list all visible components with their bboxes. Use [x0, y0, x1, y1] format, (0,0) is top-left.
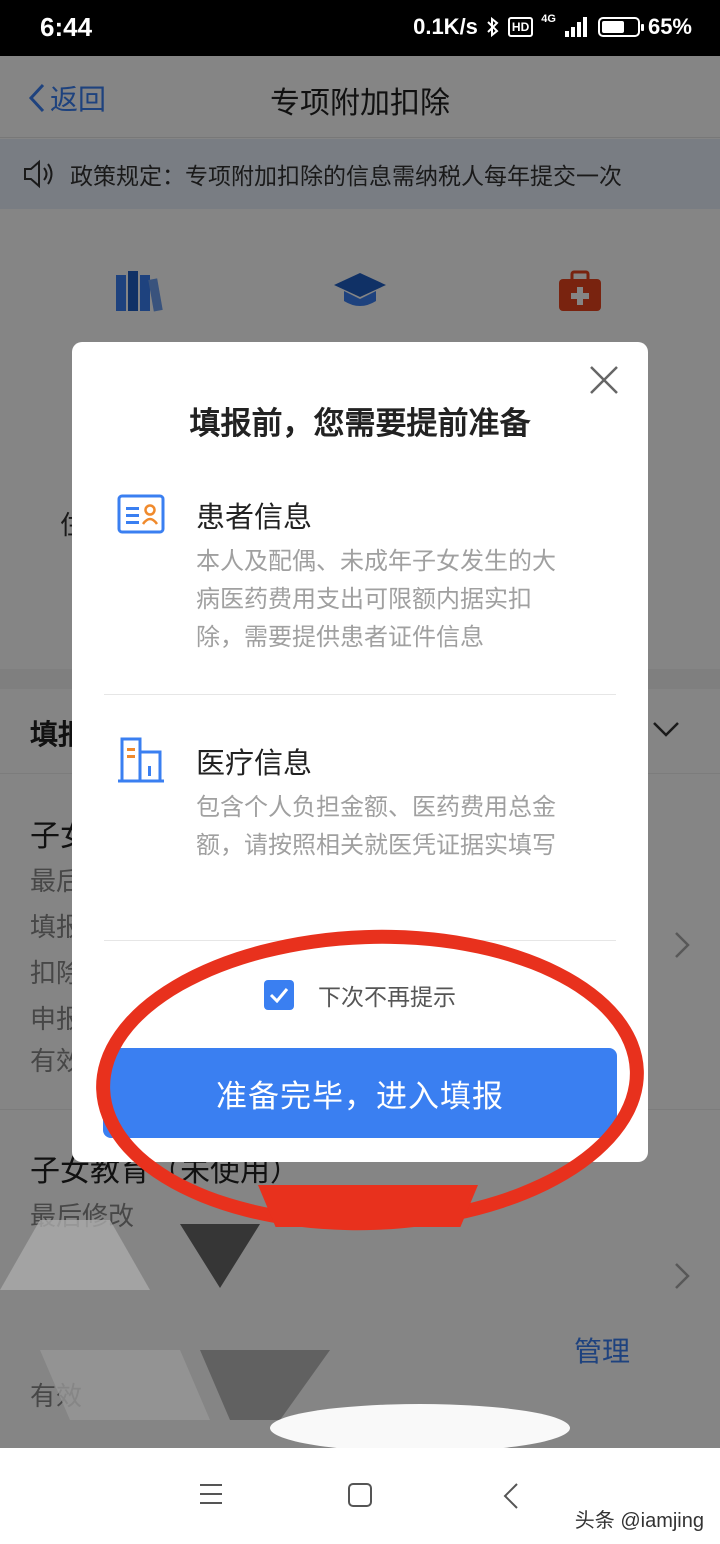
- status-bar: 6:44 0.1K/s HD 4G 65%: [0, 0, 720, 56]
- status-time: 6:44: [40, 12, 93, 42]
- battery-percent: 65%: [647, 14, 692, 39]
- medical-info-block: 医疗信息 包含个人负担金额、医药费用总金额，请按照相关就医凭证据实填写: [116, 736, 616, 896]
- hd-badge: HD: [507, 17, 534, 37]
- medical-info-heading: 医疗信息: [196, 746, 313, 780]
- hospital-building-icon: [118, 737, 164, 783]
- id-card-icon: [117, 494, 165, 534]
- network-type: 4G: [541, 13, 556, 25]
- net-speed: 0.1K/s: [413, 14, 478, 39]
- dont-remind-row[interactable]: 下次不再提示: [72, 978, 648, 1012]
- close-icon[interactable]: [588, 364, 620, 396]
- signal-icon: [564, 17, 587, 37]
- divider: [104, 694, 616, 695]
- watermark: 头条 @iamjing: [574, 1510, 704, 1532]
- dialog-title: 填报前，您需要提前准备: [189, 406, 531, 442]
- battery-fill: [601, 21, 625, 33]
- divider: [104, 940, 616, 941]
- status-right: 0.1K/s HD 4G 65%: [413, 14, 692, 40]
- back-nav-icon[interactable]: [502, 1482, 520, 1510]
- ready-enter-filing-button[interactable]: 准备完毕，进入填报: [103, 1048, 617, 1138]
- patient-info-block: 患者信息 本人及配偶、未成年子女发生的大病医药费用支出可限额内据实扣除，需要提供…: [116, 490, 616, 651]
- patient-info-heading: 患者信息: [196, 500, 313, 534]
- dont-remind-label: 下次不再提示: [318, 985, 456, 1011]
- medical-info-desc: 包含个人负担金额、医药费用总金额，请按照相关就医凭证据实填写: [196, 793, 556, 859]
- home-icon[interactable]: [346, 1482, 374, 1510]
- dont-remind-checkbox[interactable]: [264, 980, 294, 1010]
- battery-icon: [597, 17, 644, 37]
- menu-icon[interactable]: [198, 1482, 224, 1506]
- highlight-stroke: [258, 1185, 478, 1227]
- patient-info-desc: 本人及配偶、未成年子女发生的大病医药费用支出可限额内据实扣除，需要提供患者证件信…: [196, 547, 556, 651]
- checkmark-icon: [269, 988, 289, 1003]
- preparation-dialog: 填报前，您需要提前准备 患者信息 本人及配偶、未成年子女发生的大病医药费用支出可…: [72, 342, 648, 1162]
- decorative-shapes: [0, 1220, 570, 1448]
- bluetooth-icon: [487, 16, 499, 38]
